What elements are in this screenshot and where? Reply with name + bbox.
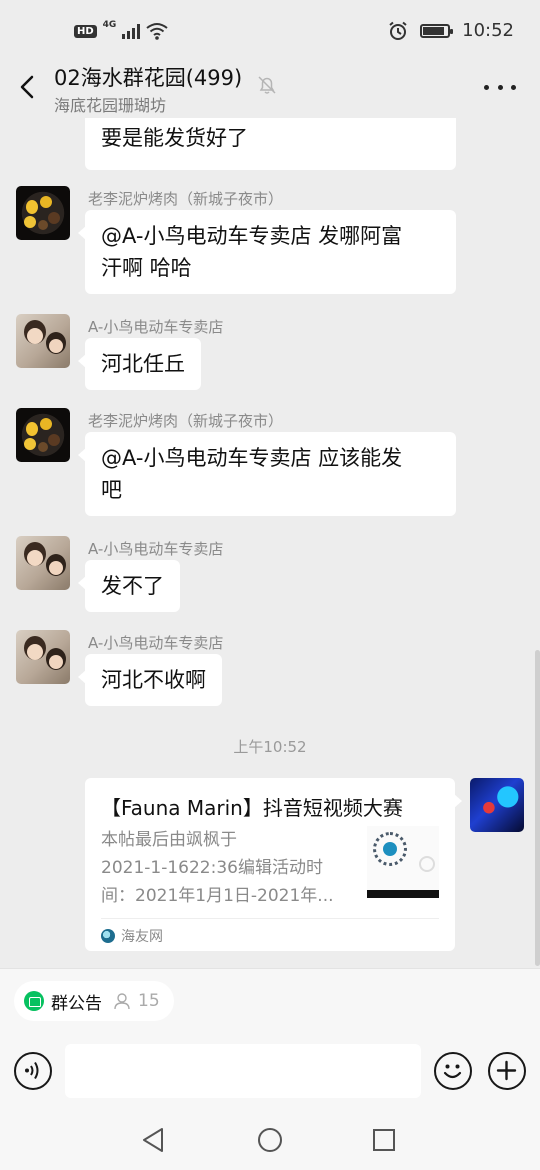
plus-icon (496, 1060, 517, 1081)
mute-bell-icon (258, 76, 276, 94)
status-time: 10:52 (462, 20, 514, 41)
message-bubble[interactable]: @A-小鸟电动车专卖店 应该能发 吧 (78, 432, 456, 516)
message-text: 河北不收啊 (101, 668, 206, 692)
avatar[interactable] (16, 536, 70, 590)
member-count: 15 (138, 991, 160, 1011)
system-nav-bar (0, 1110, 540, 1170)
avatar[interactable] (16, 186, 70, 240)
more-options-button[interactable] (484, 76, 516, 98)
chat-title[interactable]: 02海水群花园(499) (54, 62, 242, 92)
sender-name: 老李泥炉烤肉（新城子夜市） (88, 190, 284, 208)
message-text: 吧 (101, 478, 122, 502)
message-bubble[interactable]: 要是能发货好了 (85, 118, 456, 170)
message-input[interactable] (65, 1044, 421, 1098)
status-left: HD 4G (74, 20, 168, 40)
dot-icon (497, 84, 503, 90)
thumbnail-bar (367, 890, 439, 898)
message-bubble[interactable]: @A-小鸟电动车专卖店 发哪阿富 汗啊 哈哈 (78, 210, 456, 294)
notice-area: 群公告 15 (0, 968, 540, 1032)
nav-recent-apps-icon[interactable] (370, 1126, 398, 1154)
link-card-source: 海友网 (101, 926, 163, 946)
avatar[interactable] (16, 314, 70, 368)
message-text: 河北任丘 (101, 352, 185, 376)
scrollbar[interactable] (535, 650, 540, 966)
message-text: @A-小鸟电动车专卖店 应该能发 (101, 446, 403, 470)
link-card-source-name: 海友网 (121, 929, 163, 945)
chat-subtitle: 海底花园珊瑚坊 (54, 96, 167, 115)
network-type: 4G (102, 20, 117, 30)
sender-name: 老李泥炉烤肉（新城子夜市） (88, 412, 284, 430)
group-notice-label: 群公告 (51, 993, 102, 1014)
message-list[interactable]: 要是能发货好了 老李泥炉烤肉（新城子夜市） @A-小鸟电动车专卖店 发哪阿富 汗… (0, 118, 540, 968)
message-bubble[interactable]: 河北任丘 (78, 338, 201, 390)
link-card-title: 【Fauna Marin】抖音短视频大赛 (101, 796, 403, 820)
voice-button[interactable] (14, 1052, 52, 1090)
sender-name: A-小鸟电动车专卖店 (88, 540, 224, 558)
notice-icon (24, 991, 44, 1011)
signal-icon (122, 23, 141, 39)
avatar[interactable] (16, 630, 70, 684)
status-right: 10:52 (388, 20, 514, 41)
nav-home-icon[interactable] (256, 1126, 284, 1154)
wifi-icon (146, 23, 168, 40)
smiley-icon (443, 1064, 462, 1079)
time-separator: 上午10:52 (233, 738, 307, 756)
battery-icon (420, 23, 454, 38)
link-card-description: 本帖最后由飒枫于 2021-1-1622:36编辑活动时 间：2021年1月1日… (101, 826, 351, 910)
group-notice-button[interactable]: 群公告 15 (14, 981, 174, 1021)
emoji-button[interactable] (434, 1052, 472, 1090)
dot-icon (484, 84, 489, 90)
link-card-desc-line: 2021-1-1622:36编辑活动时 (101, 858, 323, 878)
message-text: 要是能发货好了 (101, 126, 248, 150)
message-bubble[interactable]: 河北不收啊 (78, 654, 222, 706)
battery-fill (423, 26, 444, 35)
message-text: 汗啊 哈哈 (101, 256, 192, 280)
link-card-thumbnail (367, 826, 439, 898)
message-bubble[interactable]: 发不了 (78, 560, 180, 612)
chat-header: 02海水群花园(499) 海底花园珊瑚坊 (0, 56, 540, 118)
link-card-divider (101, 918, 439, 919)
message-text: @A-小鸟电动车专卖店 发哪阿富 (101, 224, 403, 248)
voice-icon (25, 1061, 39, 1080)
link-card-desc-line: 本帖最后由飒枫于 (101, 830, 237, 850)
link-card[interactable]: 【Fauna Marin】抖音短视频大赛 本帖最后由飒枫于 2021-1-162… (85, 778, 462, 951)
sender-name: A-小鸟电动车专卖店 (88, 634, 224, 652)
avatar-self[interactable] (470, 778, 524, 832)
back-button[interactable] (14, 70, 42, 104)
location-pin-icon (419, 856, 435, 872)
hd-badge: HD (74, 24, 97, 38)
more-functions-button[interactable] (488, 1052, 526, 1090)
alarm-icon (389, 21, 407, 40)
input-bar (0, 1032, 540, 1110)
source-logo-icon (101, 929, 115, 943)
nav-back-icon[interactable] (140, 1126, 168, 1154)
link-card-desc-line: 间：2021年1月1日-2021年... (101, 886, 334, 906)
avatar[interactable] (16, 408, 70, 462)
qr-center-icon (383, 842, 397, 856)
message-text: 发不了 (101, 574, 164, 598)
dot-icon (511, 84, 516, 90)
status-bar: HD 4G 10:52 (0, 0, 540, 60)
chevron-left-icon (20, 75, 34, 99)
sender-name: A-小鸟电动车专卖店 (88, 318, 224, 336)
person-icon (114, 993, 130, 1010)
